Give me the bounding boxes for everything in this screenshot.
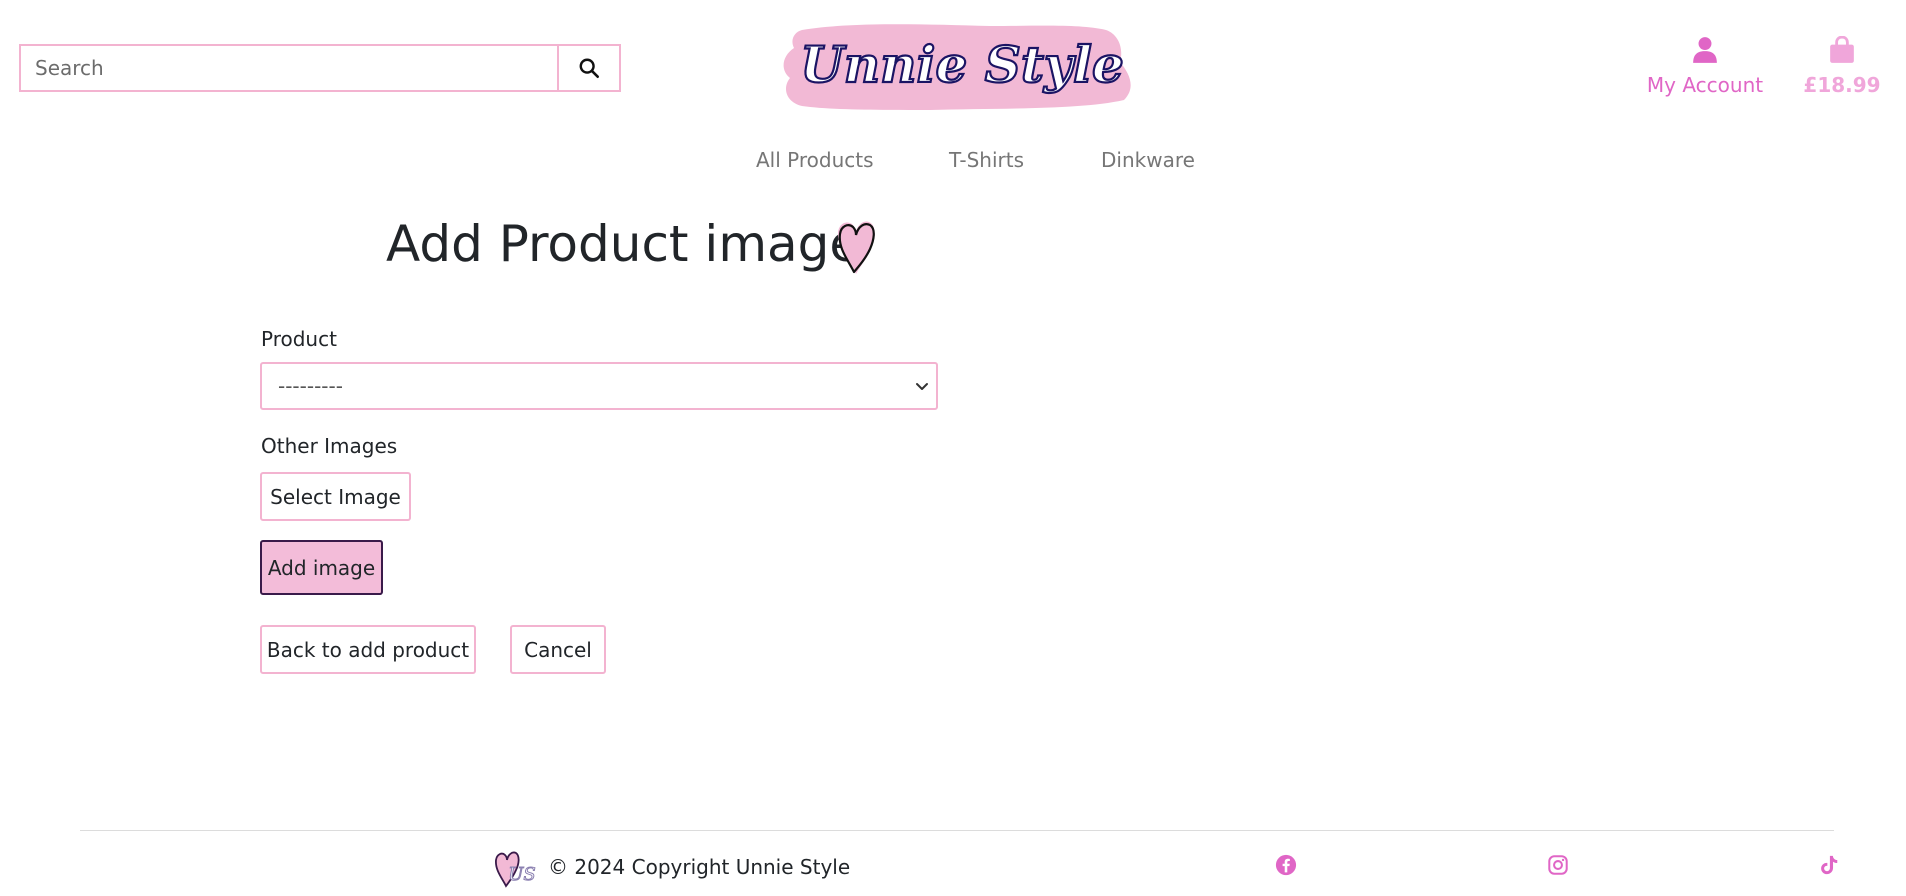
product-select[interactable]: --------- bbox=[260, 362, 938, 410]
page-title: Add Product image bbox=[386, 215, 861, 273]
my-account-link[interactable]: My Account bbox=[1640, 36, 1770, 97]
facebook-link[interactable] bbox=[1275, 854, 1297, 880]
tiktok-link[interactable] bbox=[1818, 854, 1840, 880]
instagram-link[interactable] bbox=[1547, 854, 1569, 880]
instagram-icon bbox=[1548, 855, 1568, 875]
shopping-bag-icon bbox=[1830, 35, 1854, 63]
footer-logo: US bbox=[495, 851, 536, 888]
nav-item-all-products[interactable]: All Products bbox=[756, 148, 874, 172]
copyright-text: © 2024 Copyright Unnie Style bbox=[548, 855, 851, 879]
search-icon bbox=[579, 58, 599, 78]
chevron-down-icon bbox=[916, 383, 928, 390]
main-nav: All Products T-Shirts Dinkware bbox=[0, 148, 1906, 178]
tiktok-icon bbox=[1821, 855, 1838, 875]
footer-logo-text: US bbox=[508, 864, 536, 885]
select-image-button[interactable]: Select Image bbox=[260, 472, 411, 521]
back-to-add-product-button[interactable]: Back to add product bbox=[260, 625, 476, 674]
cart-total: £18.99 bbox=[1803, 73, 1881, 97]
nav-item-t-shirts[interactable]: T-Shirts bbox=[949, 148, 1024, 172]
brand-logo-text: Unnie Style bbox=[800, 35, 1124, 94]
product-label: Product bbox=[261, 327, 337, 351]
search-button[interactable] bbox=[557, 46, 619, 90]
add-image-button[interactable]: Add image bbox=[260, 540, 383, 595]
search-input[interactable] bbox=[21, 46, 557, 90]
brand-logo[interactable]: Unnie Style bbox=[780, 18, 1138, 114]
footer-divider bbox=[80, 830, 1834, 831]
heart-icon bbox=[838, 221, 875, 274]
cart-link[interactable]: £18.99 bbox=[1800, 35, 1884, 97]
facebook-icon bbox=[1275, 854, 1297, 876]
user-icon bbox=[1693, 37, 1717, 63]
search-bar bbox=[19, 44, 621, 92]
my-account-label: My Account bbox=[1646, 73, 1764, 97]
other-images-label: Other Images bbox=[261, 434, 398, 458]
product-select-value: --------- bbox=[278, 374, 343, 398]
nav-item-dinkware[interactable]: Dinkware bbox=[1101, 148, 1195, 172]
cancel-button[interactable]: Cancel bbox=[510, 625, 606, 674]
